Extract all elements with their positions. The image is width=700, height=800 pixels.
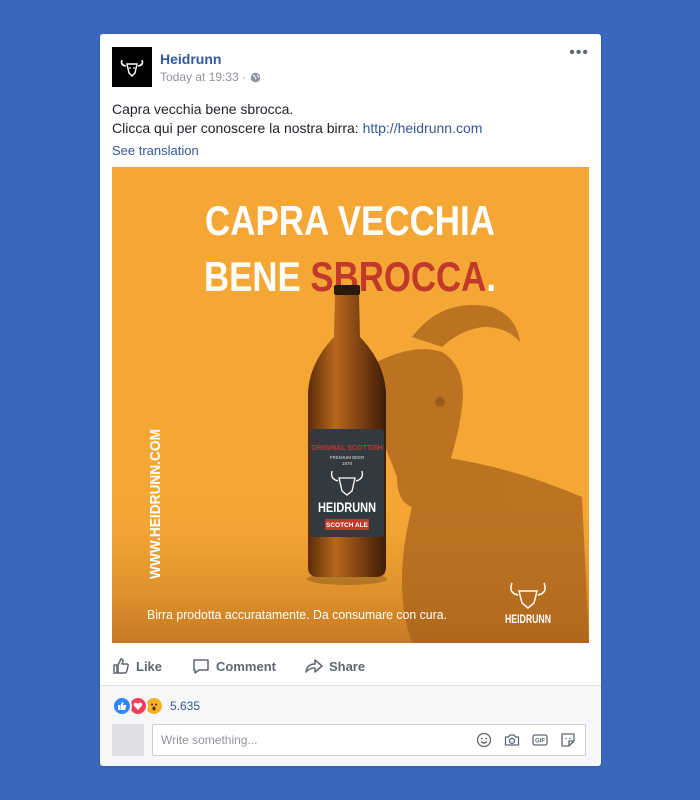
ad-vertical-url: WWW.HEIDRUNN.COM bbox=[147, 429, 164, 579]
comment-label: Comment bbox=[216, 658, 276, 674]
reaction-count[interactable]: 5.635 bbox=[170, 699, 200, 713]
page-name-link[interactable]: Heidrunn bbox=[160, 51, 221, 67]
post-text: Capra vecchia bene sbrocca. Clicca qui p… bbox=[112, 100, 587, 138]
post-timestamp[interactable]: Today at 19:33 · bbox=[160, 70, 246, 84]
gif-icon[interactable]: GIF bbox=[531, 731, 549, 749]
globe-icon bbox=[250, 72, 261, 82]
bottle-label-sub: PREMIUM BEER bbox=[330, 455, 366, 460]
ad-artwork: CAPRA VECCHIA BENE SBROCCA. ORIGINAL SCO… bbox=[112, 167, 589, 643]
comment-icon bbox=[193, 659, 209, 674]
like-label: Like bbox=[136, 658, 163, 674]
ad-headline-word-bene: BENE bbox=[204, 253, 310, 300]
post-text-line2-prefix: Clicca qui per conoscere la nostra birra… bbox=[112, 120, 363, 136]
comment-icons: GIF bbox=[475, 731, 577, 749]
like-button[interactable]: Like bbox=[112, 657, 162, 675]
ad-tagline: Birra prodotta accuratamente. Da consuma… bbox=[147, 607, 447, 622]
post-actions: Like Comment Share bbox=[100, 648, 601, 684]
post-card: Heidrunn Today at 19:33 · ••• Capra vecc… bbox=[100, 34, 601, 766]
emoji-icon[interactable] bbox=[475, 731, 493, 749]
bottle-label-year: 1978 bbox=[342, 461, 353, 466]
reactions-summary[interactable]: 5.635 bbox=[112, 696, 200, 716]
camera-icon[interactable] bbox=[503, 731, 521, 749]
more-options-button[interactable]: ••• bbox=[569, 44, 589, 62]
ad-logo-text: HEIDRUNN bbox=[505, 612, 551, 626]
ad-headline-line1: CAPRA VECCHIA bbox=[205, 197, 495, 244]
bottle-label-style: SCOTCH ALE bbox=[326, 522, 369, 529]
page-avatar[interactable] bbox=[112, 47, 152, 87]
share-icon bbox=[305, 659, 323, 673]
bottle-label-brand: HEIDRUNN bbox=[318, 499, 376, 515]
comment-button[interactable]: Comment bbox=[192, 657, 276, 675]
comment-input[interactable] bbox=[159, 732, 463, 748]
bottle-label-top: ORIGINAL SCOTTISH bbox=[311, 445, 382, 452]
sticker-icon[interactable] bbox=[559, 731, 577, 749]
post-image[interactable]: CAPRA VECCHIA BENE SBROCCA. ORIGINAL SCO… bbox=[112, 167, 589, 643]
comments-area: 5.635 GIF bbox=[100, 685, 601, 766]
post-text-line1: Capra vecchia bene sbrocca. bbox=[112, 101, 294, 117]
share-button[interactable]: Share bbox=[305, 657, 365, 675]
see-translation-link[interactable]: See translation bbox=[112, 143, 199, 158]
post-link[interactable]: http://heidrunn.com bbox=[363, 120, 483, 136]
comment-box[interactable]: GIF bbox=[152, 724, 586, 756]
ad-headline-period: . bbox=[486, 253, 496, 300]
like-icon bbox=[112, 696, 132, 716]
goat-logo-icon bbox=[120, 59, 144, 77]
gif-label: GIF bbox=[535, 739, 545, 745]
share-label: Share bbox=[328, 658, 366, 674]
post-text-line2: Clicca qui per conoscere la nostra birra… bbox=[112, 119, 587, 138]
user-avatar bbox=[112, 724, 144, 756]
thumbs-up-icon bbox=[113, 658, 129, 674]
post-meta: Today at 19:33 · bbox=[160, 70, 261, 84]
